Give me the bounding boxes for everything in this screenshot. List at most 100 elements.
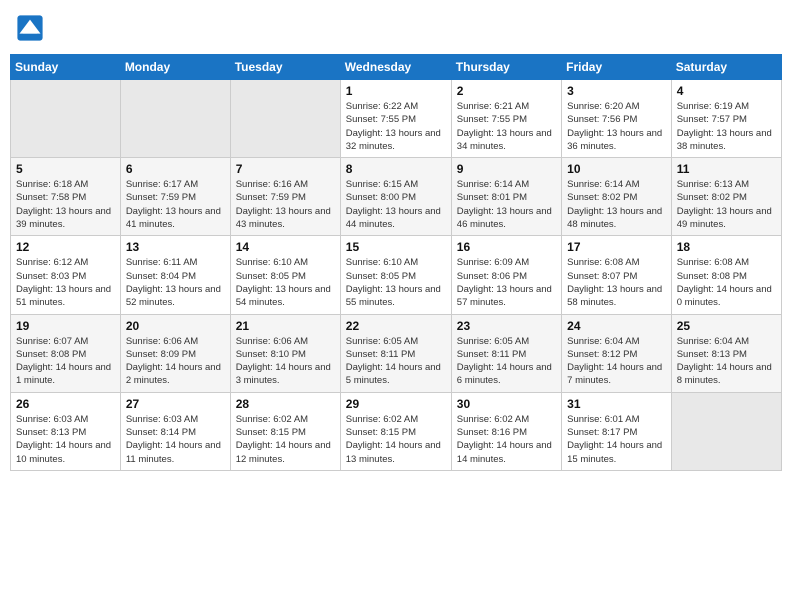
day-info: Sunrise: 6:20 AMSunset: 7:56 PMDaylight:… bbox=[567, 100, 666, 153]
calendar-table: SundayMondayTuesdayWednesdayThursdayFrid… bbox=[10, 54, 782, 471]
day-number: 29 bbox=[346, 397, 446, 411]
day-number: 9 bbox=[457, 162, 556, 176]
day-cell: 24Sunrise: 6:04 AMSunset: 8:12 PMDayligh… bbox=[562, 314, 672, 392]
day-cell: 8 Sunrise: 6:15 AMSunset: 8:00 PMDaylight… bbox=[340, 158, 451, 236]
day-number: 22 bbox=[346, 319, 446, 333]
day-number: 31 bbox=[567, 397, 666, 411]
day-info: Sunrise: 6:09 AMSunset: 8:06 PMDaylight:… bbox=[457, 256, 556, 309]
day-info: Sunrise: 6:07 AMSunset: 8:08 PMDaylight:… bbox=[16, 335, 115, 388]
day-info: Sunrise: 6:02 AMSunset: 8:15 PMDaylight:… bbox=[346, 413, 446, 466]
day-cell: 21 Sunrise: 6:06 AMSunset: 8:10 PMDayligh… bbox=[230, 314, 340, 392]
day-cell: 27 Sunrise: 6:03 AMSunset: 8:14 PMDayligh… bbox=[120, 392, 230, 470]
day-info: Sunrise: 6:08 AMSunset: 8:07 PMDaylight:… bbox=[567, 256, 666, 309]
day-cell: 13 Sunrise: 6:11 AMSunset: 8:04 PMDayligh… bbox=[120, 236, 230, 314]
day-number: 25 bbox=[677, 319, 776, 333]
day-cell bbox=[120, 80, 230, 158]
day-info: Sunrise: 6:21 AMSunset: 7:55 PMDaylight:… bbox=[457, 100, 556, 153]
day-number: 8 bbox=[346, 162, 446, 176]
day-info: Sunrise: 6:01 AMSunset: 8:17 PMDaylight:… bbox=[567, 413, 666, 466]
day-cell: 23 Sunrise: 6:05 AMSunset: 8:11 PMDayligh… bbox=[451, 314, 561, 392]
day-info: Sunrise: 6:18 AMSunset: 7:58 PMDaylight:… bbox=[16, 178, 115, 231]
day-number: 30 bbox=[457, 397, 556, 411]
day-cell: 7 Sunrise: 6:16 AMSunset: 7:59 PMDaylight… bbox=[230, 158, 340, 236]
day-number: 23 bbox=[457, 319, 556, 333]
day-info: Sunrise: 6:03 AMSunset: 8:14 PMDaylight:… bbox=[126, 413, 225, 466]
day-number: 28 bbox=[236, 397, 335, 411]
day-cell: 20Sunrise: 6:06 AMSunset: 8:09 PMDayligh… bbox=[120, 314, 230, 392]
week-row-5: 26 Sunrise: 6:03 AMSunset: 8:13 PMDayligh… bbox=[11, 392, 782, 470]
day-number: 18 bbox=[677, 240, 776, 254]
day-cell: 30 Sunrise: 6:02 AMSunset: 8:16 PMDayligh… bbox=[451, 392, 561, 470]
day-cell: 4 Sunrise: 6:19 AMSunset: 7:57 PMDaylight… bbox=[671, 80, 781, 158]
day-number: 2 bbox=[457, 84, 556, 98]
day-info: Sunrise: 6:02 AMSunset: 8:16 PMDaylight:… bbox=[457, 413, 556, 466]
day-cell: 22 Sunrise: 6:05 AMSunset: 8:11 PMDayligh… bbox=[340, 314, 451, 392]
day-cell: 29 Sunrise: 6:02 AMSunset: 8:15 PMDayligh… bbox=[340, 392, 451, 470]
week-row-1: 1 Sunrise: 6:22 AMSunset: 7:55 PMDaylight… bbox=[11, 80, 782, 158]
day-info: Sunrise: 6:03 AMSunset: 8:13 PMDaylight:… bbox=[16, 413, 115, 466]
day-cell: 6 Sunrise: 6:17 AMSunset: 7:59 PMDaylight… bbox=[120, 158, 230, 236]
day-cell: 1 Sunrise: 6:22 AMSunset: 7:55 PMDaylight… bbox=[340, 80, 451, 158]
week-row-2: 5 Sunrise: 6:18 AMSunset: 7:58 PMDaylight… bbox=[11, 158, 782, 236]
day-info: Sunrise: 6:15 AMSunset: 8:00 PMDaylight:… bbox=[346, 178, 446, 231]
day-info: Sunrise: 6:11 AMSunset: 8:04 PMDaylight:… bbox=[126, 256, 225, 309]
logo-icon bbox=[16, 14, 44, 42]
day-cell: 26 Sunrise: 6:03 AMSunset: 8:13 PMDayligh… bbox=[11, 392, 121, 470]
day-cell: 3Sunrise: 6:20 AMSunset: 7:56 PMDaylight… bbox=[562, 80, 672, 158]
day-info: Sunrise: 6:16 AMSunset: 7:59 PMDaylight:… bbox=[236, 178, 335, 231]
day-info: Sunrise: 6:10 AMSunset: 8:05 PMDaylight:… bbox=[236, 256, 335, 309]
day-header-monday: Monday bbox=[120, 55, 230, 80]
day-cell: 14 Sunrise: 6:10 AMSunset: 8:05 PMDayligh… bbox=[230, 236, 340, 314]
day-number: 5 bbox=[16, 162, 115, 176]
day-number: 26 bbox=[16, 397, 115, 411]
day-number: 11 bbox=[677, 162, 776, 176]
day-info: Sunrise: 6:05 AMSunset: 8:11 PMDaylight:… bbox=[457, 335, 556, 388]
day-info: Sunrise: 6:17 AMSunset: 7:59 PMDaylight:… bbox=[126, 178, 225, 231]
day-number: 4 bbox=[677, 84, 776, 98]
day-info: Sunrise: 6:02 AMSunset: 8:15 PMDaylight:… bbox=[236, 413, 335, 466]
day-number: 27 bbox=[126, 397, 225, 411]
day-cell: 5 Sunrise: 6:18 AMSunset: 7:58 PMDaylight… bbox=[11, 158, 121, 236]
day-header-thursday: Thursday bbox=[451, 55, 561, 80]
day-cell bbox=[11, 80, 121, 158]
page-header bbox=[10, 10, 782, 46]
day-cell: 25 Sunrise: 6:04 AMSunset: 8:13 PMDayligh… bbox=[671, 314, 781, 392]
day-number: 7 bbox=[236, 162, 335, 176]
logo bbox=[16, 14, 48, 42]
day-info: Sunrise: 6:12 AMSunset: 8:03 PMDaylight:… bbox=[16, 256, 115, 309]
calendar-header-row: SundayMondayTuesdayWednesdayThursdayFrid… bbox=[11, 55, 782, 80]
day-cell: 31 Sunrise: 6:01 AMSunset: 8:17 PMDayligh… bbox=[562, 392, 672, 470]
day-number: 17 bbox=[567, 240, 666, 254]
day-number: 20 bbox=[126, 319, 225, 333]
day-cell: 2 Sunrise: 6:21 AMSunset: 7:55 PMDaylight… bbox=[451, 80, 561, 158]
day-number: 13 bbox=[126, 240, 225, 254]
day-cell: 18 Sunrise: 6:08 AMSunset: 8:08 PMDayligh… bbox=[671, 236, 781, 314]
week-row-4: 19Sunrise: 6:07 AMSunset: 8:08 PMDayligh… bbox=[11, 314, 782, 392]
day-info: Sunrise: 6:13 AMSunset: 8:02 PMDaylight:… bbox=[677, 178, 776, 231]
day-info: Sunrise: 6:14 AMSunset: 8:02 PMDaylight:… bbox=[567, 178, 666, 231]
day-info: Sunrise: 6:22 AMSunset: 7:55 PMDaylight:… bbox=[346, 100, 446, 153]
day-cell: 11 Sunrise: 6:13 AMSunset: 8:02 PMDayligh… bbox=[671, 158, 781, 236]
day-number: 21 bbox=[236, 319, 335, 333]
day-info: Sunrise: 6:08 AMSunset: 8:08 PMDaylight:… bbox=[677, 256, 776, 309]
day-header-sunday: Sunday bbox=[11, 55, 121, 80]
day-cell bbox=[230, 80, 340, 158]
day-info: Sunrise: 6:04 AMSunset: 8:12 PMDaylight:… bbox=[567, 335, 666, 388]
day-info: Sunrise: 6:14 AMSunset: 8:01 PMDaylight:… bbox=[457, 178, 556, 231]
day-info: Sunrise: 6:05 AMSunset: 8:11 PMDaylight:… bbox=[346, 335, 446, 388]
day-info: Sunrise: 6:10 AMSunset: 8:05 PMDaylight:… bbox=[346, 256, 446, 309]
day-info: Sunrise: 6:04 AMSunset: 8:13 PMDaylight:… bbox=[677, 335, 776, 388]
day-header-saturday: Saturday bbox=[671, 55, 781, 80]
day-cell: 12Sunrise: 6:12 AMSunset: 8:03 PMDayligh… bbox=[11, 236, 121, 314]
day-cell: 17 Sunrise: 6:08 AMSunset: 8:07 PMDayligh… bbox=[562, 236, 672, 314]
day-number: 1 bbox=[346, 84, 446, 98]
day-cell: 16 Sunrise: 6:09 AMSunset: 8:06 PMDayligh… bbox=[451, 236, 561, 314]
day-number: 6 bbox=[126, 162, 225, 176]
day-info: Sunrise: 6:06 AMSunset: 8:10 PMDaylight:… bbox=[236, 335, 335, 388]
day-number: 10 bbox=[567, 162, 666, 176]
day-info: Sunrise: 6:19 AMSunset: 7:57 PMDaylight:… bbox=[677, 100, 776, 153]
day-number: 14 bbox=[236, 240, 335, 254]
day-cell: 10 Sunrise: 6:14 AMSunset: 8:02 PMDayligh… bbox=[562, 158, 672, 236]
day-number: 16 bbox=[457, 240, 556, 254]
day-cell: 19Sunrise: 6:07 AMSunset: 8:08 PMDayligh… bbox=[11, 314, 121, 392]
